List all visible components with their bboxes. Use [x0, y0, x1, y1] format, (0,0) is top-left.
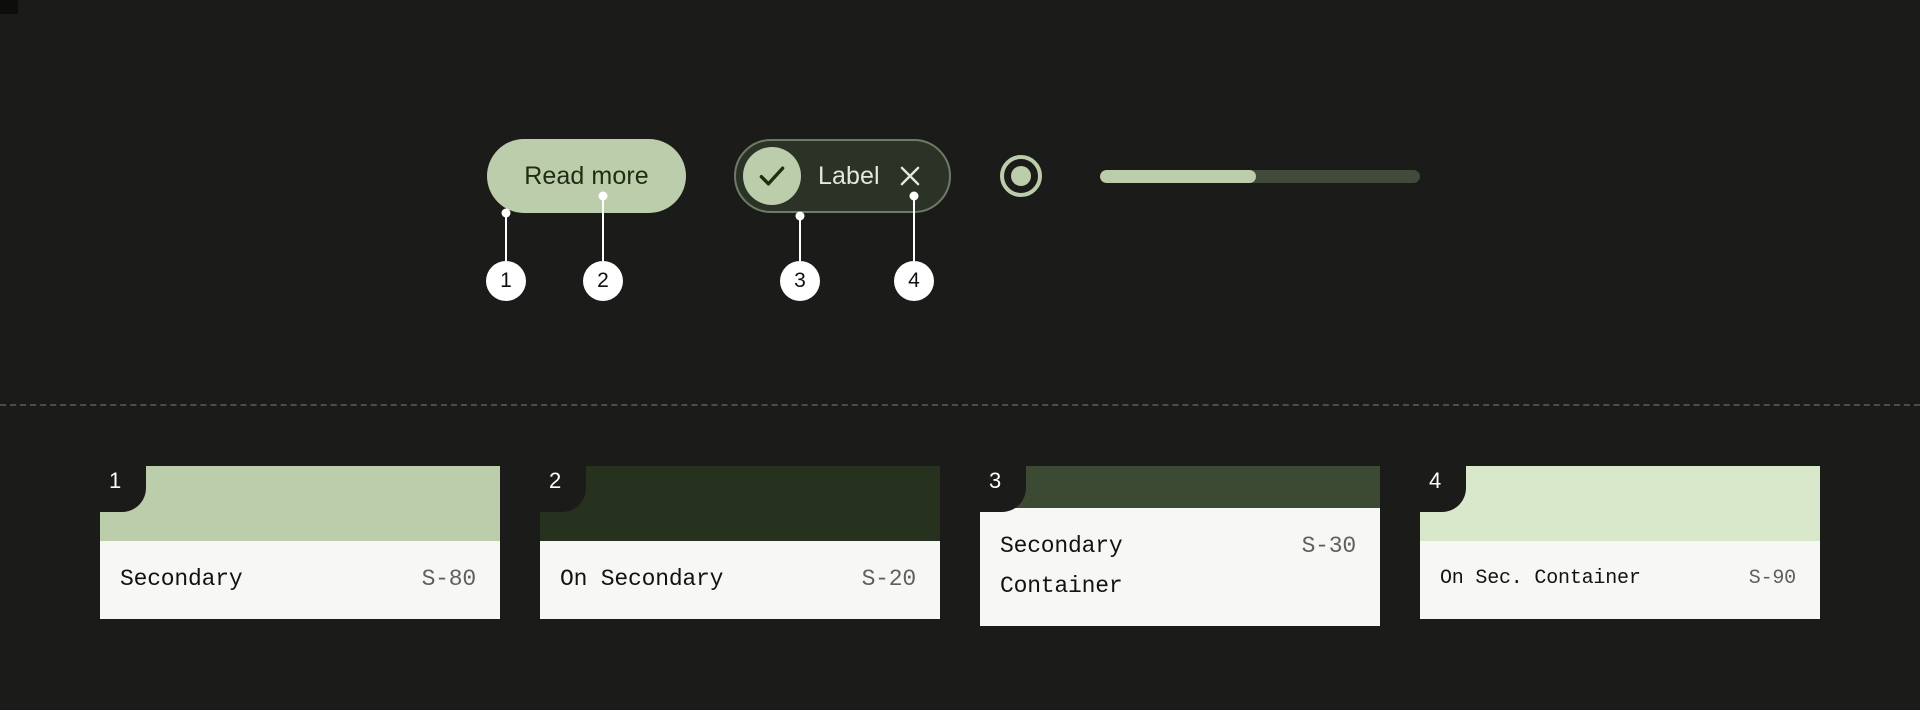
swatch-info: Secondary S-80	[100, 541, 500, 619]
swatch-color-block	[100, 466, 500, 541]
input-chip[interactable]: Label	[734, 139, 951, 213]
swatch-color-block	[540, 466, 940, 541]
swatch-token: S-30	[1301, 533, 1357, 559]
swatch-info: On Secondary S-20	[540, 541, 940, 619]
callout-badge-1[interactable]: 1	[486, 261, 526, 301]
swatch-card[interactable]: 4 On Sec. Container S-90	[1420, 466, 1820, 626]
callout-leader-line	[505, 213, 507, 261]
close-icon[interactable]	[897, 163, 923, 189]
callout-leader-line	[799, 216, 801, 261]
slider-fill	[1099, 169, 1257, 183]
swatch-card[interactable]: 3 Secondary Container S-30	[980, 466, 1380, 626]
radio-inner-dot	[1010, 166, 1031, 186]
chip-label: Label	[818, 161, 880, 190]
swatch-token: S-20	[861, 566, 917, 592]
callout-badge-3[interactable]: 3	[780, 261, 820, 301]
components-row: Read more Label	[487, 139, 1420, 213]
swatch-name: On Sec. Container	[1440, 567, 1641, 590]
swatch-card[interactable]: 1 Secondary S-80	[100, 466, 500, 626]
callout-leader-line	[602, 196, 604, 261]
swatch-info: Secondary Container S-30	[980, 508, 1380, 626]
swatch-token: S-80	[421, 566, 477, 592]
callout-badge-4[interactable]: 4	[894, 261, 934, 301]
component-showcase: Read more Label 1 2 3 4	[0, 0, 1920, 400]
swatch-card[interactable]: 2 On Secondary S-20	[540, 466, 940, 626]
callout-badge-2[interactable]: 2	[583, 261, 623, 301]
read-more-button[interactable]: Read more	[487, 139, 686, 213]
swatch-name: Secondary Container	[1000, 533, 1123, 599]
check-icon	[743, 147, 801, 205]
slider-track[interactable]	[1099, 169, 1420, 183]
radio-selected-icon[interactable]	[999, 155, 1042, 197]
swatch-token: S-90	[1748, 567, 1796, 590]
color-swatch-list: 1 Secondary S-80 2 On Secondary S-20 3 S…	[100, 466, 1820, 626]
swatch-info: On Sec. Container S-90	[1420, 541, 1820, 619]
callout-leader-line	[913, 196, 915, 261]
swatch-name: On Secondary	[560, 566, 724, 592]
swatch-name: Secondary	[120, 566, 243, 592]
section-divider	[0, 404, 1920, 406]
swatch-color-block	[980, 466, 1380, 508]
swatch-color-block	[1420, 466, 1820, 541]
